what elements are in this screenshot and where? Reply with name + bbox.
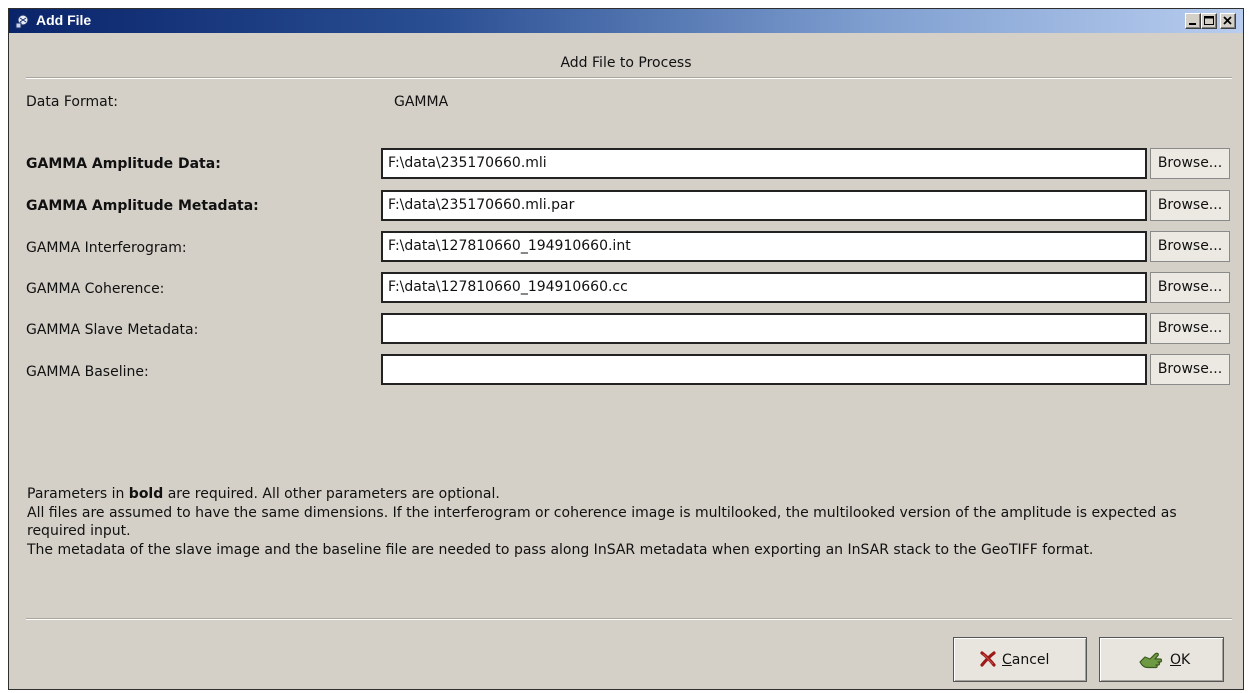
coherence-input[interactable]: F:\data\127810660_194910660.cc [381,272,1147,303]
baseline-browse-button[interactable]: Browse... [1150,354,1230,385]
coherence-label: GAMMA Coherence: [26,281,165,297]
amplitude-data-input[interactable]: F:\data\235170660.mli [381,148,1147,179]
interferogram-input[interactable]: F:\data\127810660_194910660.int [381,231,1147,262]
ok-hand-icon [1138,650,1164,674]
slave-metadata-input[interactable] [381,313,1147,344]
coherence-browse-button[interactable]: Browse... [1150,272,1230,303]
minimize-button[interactable] [1185,13,1201,29]
cancel-label: Cancel [1002,652,1050,668]
data-format-label: Data Format: [26,94,118,110]
slave-metadata-browse-button[interactable]: Browse... [1150,313,1230,344]
top-divider [26,77,1232,79]
close-icon [1223,16,1232,25]
help-notes: Parameters in bold are required. All oth… [27,485,1227,559]
ok-label: OK [1170,652,1191,668]
window-title: Add File [36,12,92,28]
note-insar-metadata: The metadata of the slave image and the … [27,541,1094,558]
add-file-dialog: Add File Add File to Process Data Format… [8,8,1244,690]
minimize-icon [1189,23,1196,25]
baseline-input[interactable] [381,354,1147,385]
note-required: Parameters in bold are required. All oth… [27,486,500,502]
amplitude-metadata-input[interactable]: F:\data\235170660.mli.par [381,190,1147,221]
maximize-icon [1204,16,1214,25]
slave-metadata-label: GAMMA Slave Metadata: [26,322,199,338]
maximize-button[interactable] [1201,13,1217,29]
amplitude-data-label: GAMMA Amplitude Data: [26,156,221,172]
app-icon [14,13,30,29]
dialog-heading: Add File to Process [560,55,692,71]
title-bar[interactable]: Add File [9,9,1243,33]
cancel-button[interactable]: Cancel [953,637,1087,682]
bottom-divider [26,618,1232,620]
baseline-label: GAMMA Baseline: [26,364,149,380]
amplitude-metadata-browse-button[interactable]: Browse... [1150,190,1230,221]
data-format-value: GAMMA [394,94,449,110]
close-button[interactable] [1220,13,1236,29]
interferogram-browse-button[interactable]: Browse... [1150,231,1230,262]
x-icon [979,650,997,672]
ok-button[interactable]: OK [1099,637,1224,682]
amplitude-metadata-label: GAMMA Amplitude Metadata: [26,198,259,214]
interferogram-label: GAMMA Interferogram: [26,240,187,256]
amplitude-data-browse-button[interactable]: Browse... [1150,148,1230,179]
note-dimensions: All files are assumed to have the same d… [27,504,1177,540]
